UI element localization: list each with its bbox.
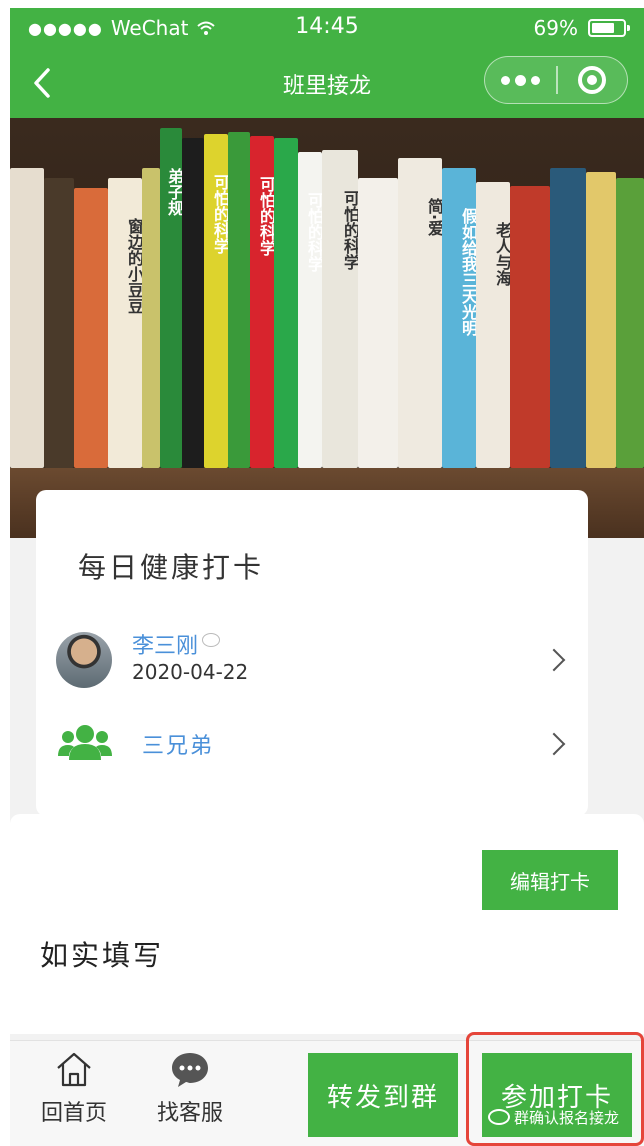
book-image [44,178,74,468]
checkin-content: 编辑打卡 如实填写 [10,814,644,1034]
book-image [586,172,616,468]
group-name: 三兄弟 [142,734,215,759]
group-row[interactable]: 三兄弟 [56,718,588,768]
book-spine-title: 弟子规 [165,168,184,216]
more-menu-button[interactable] [485,57,556,103]
watermark-text: 群确认报名接龙 [514,1108,620,1127]
customer-service-label: 找客服 [156,1101,223,1126]
book-image [358,178,398,468]
checkin-card: 每日健康打卡 李三刚 2020-04-22 三兄弟 [36,490,588,816]
book-image: 可怕的科学 [322,150,360,468]
book-image: 简·爱 [398,158,444,468]
book-spine-title: 可怕的科学 [341,190,360,270]
book-spine-title: 窗边的小豆豆 [125,218,144,314]
group-icon [58,725,112,760]
book-image: 假如给我三天光明 [442,168,478,468]
book-image: 老人与海 [476,182,512,468]
book-image: 可怕的科学 [204,134,230,468]
more-dot-icon [501,75,511,85]
book-spine-title: 可怕的科学 [305,192,324,272]
battery-percent: 69% [533,16,578,40]
book-image [616,178,644,468]
status-right: 69% [533,16,630,40]
edit-checkin-button[interactable]: 编辑打卡 [482,850,618,910]
book-image: 可怕的科学 [298,152,324,468]
miniprogram-capsule [484,56,628,104]
book-image: 可怕的科学 [250,136,276,468]
home-tab[interactable]: 回首页 [24,1049,124,1127]
book-spine-title: 假如给我三天光明 [459,208,478,336]
wechat-logo-icon [488,1109,510,1125]
watermark: 群确认报名接龙 [488,1104,638,1130]
book-image: 窗边的小豆豆 [108,178,144,468]
status-bar: ●●●●● WeChat 14:45 69% [10,8,644,48]
share-to-group-button[interactable]: 转发到群 [308,1053,458,1137]
cover-image: 窗边的小豆豆 弟子规 可怕的科学 可怕的科学 可怕的科学 可怕的科学 简·爱 假… [10,118,644,538]
author-name: 李三刚 [132,628,221,660]
close-circle-icon [578,66,607,94]
book-image [510,186,550,468]
avatar [56,632,112,688]
book-spine-title: 老人与海 [493,222,512,286]
book-image [274,138,298,468]
customer-service-tab[interactable]: 找客服 [140,1049,240,1127]
close-miniprogram-button[interactable] [558,57,627,103]
home-tab-label: 回首页 [40,1101,107,1126]
chevron-right-icon [542,732,566,756]
book-image [228,132,250,468]
author-row[interactable]: 李三刚 2020-04-22 [56,628,588,692]
home-icon [57,1052,91,1087]
book-image: 弟子规 [160,128,184,468]
book-image [550,168,586,468]
checkin-description: 如实填写 [40,939,165,972]
book-spine-title: 可怕的科学 [257,176,276,256]
post-date: 2020-04-22 [132,660,249,684]
chevron-right-icon [542,648,566,672]
chat-bubble-icon [202,633,221,647]
book-image [10,168,44,468]
more-dot-icon [515,74,527,86]
author-name-text: 李三刚 [132,634,199,659]
book-spine-title: 简·爱 [425,198,444,237]
book-image [182,138,204,468]
checkin-title: 每日健康打卡 [78,551,265,584]
nav-bar: 班里接龙 [10,48,644,118]
book-image [74,188,108,468]
phone-screen: ●●●●● WeChat 14:45 69% 班里接龙 窗边的小豆豆 弟子规 可… [10,8,644,1146]
book-spine-title: 可怕的科学 [211,174,230,254]
header: ●●●●● WeChat 14:45 69% 班里接龙 [10,8,644,118]
battery-icon [588,19,630,37]
chat-icon [172,1053,208,1087]
more-dot-icon [531,75,541,85]
bottom-action-bar: 回首页 找客服 转发到群 参加打卡 [10,1040,644,1146]
book-image [142,168,160,468]
